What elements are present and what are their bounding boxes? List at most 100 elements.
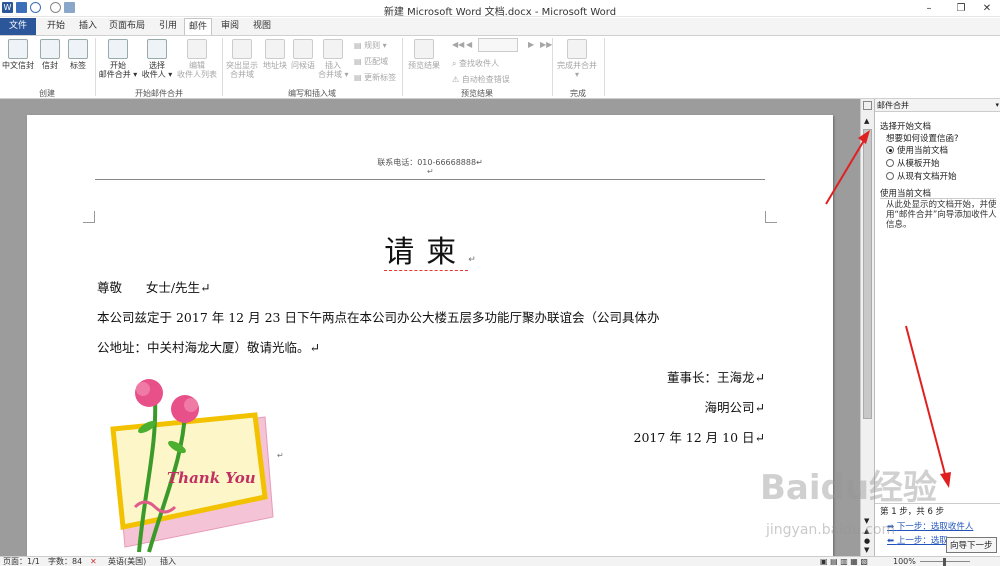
address-block-button[interactable]: 地址块 xyxy=(261,39,289,70)
envelopes-label: 信封 xyxy=(42,61,58,70)
start-mail-merge-button[interactable]: 开始 邮件合并 ▾ xyxy=(97,39,139,79)
close-button[interactable]: ✕ xyxy=(972,1,1000,16)
document-workspace[interactable]: 联系电话：010-66668888↵ ↵ 请柬↵ 尊敬 女士/先生↵ 本公司兹定… xyxy=(0,99,860,556)
tab-references[interactable]: 引用 xyxy=(154,18,182,35)
option-from-existing-label: 从现有文档开始 xyxy=(897,172,957,182)
tab-insert[interactable]: 插入 xyxy=(74,18,102,35)
next-step-label: 下一步：选取收件人 xyxy=(896,522,974,532)
prev-step-link[interactable]: ⬅ 上一步：选取 xyxy=(887,534,948,546)
nav-first[interactable]: ◀◀ xyxy=(452,40,464,49)
insert-merge-field-label: 插入 合并域 ▾ xyxy=(318,61,349,79)
tab-file[interactable]: 文件 xyxy=(0,18,36,35)
chinese-envelope-label: 中文信封 xyxy=(2,61,34,70)
view-buttons[interactable]: ▣ ▤ ▥ ▦ ▧ xyxy=(820,557,868,566)
label-icon xyxy=(68,39,88,59)
pane-menu-icon[interactable]: ▾ xyxy=(995,99,999,112)
record-number-input[interactable] xyxy=(478,38,518,52)
tab-page-layout[interactable]: 页面布局 xyxy=(106,18,148,35)
edit-recipient-list-button[interactable]: 编辑 收件人列表 xyxy=(174,39,220,79)
finish-merge-label: 完成并合并 ▾ xyxy=(557,61,597,79)
ruler-toggle-icon[interactable] xyxy=(863,101,872,110)
preview-icon xyxy=(414,39,434,59)
insert-merge-field-button[interactable]: 插入 合并域 ▾ xyxy=(318,39,349,79)
setup-question: 想要如何设置信函? xyxy=(886,134,959,144)
insert-field-icon xyxy=(323,39,343,59)
address-icon xyxy=(265,39,285,59)
minimize-button[interactable]: – xyxy=(914,1,944,16)
body-line-2: 公地址：中关村海龙大厦）敬请光临。↵ xyxy=(97,340,320,355)
update-labels-label: 更新标签 xyxy=(364,73,397,82)
baidu-watermark-url: jingyan.baidu.com xyxy=(766,522,896,538)
status-zoom[interactable]: 100% xyxy=(893,557,916,566)
status-language[interactable]: 英语(美国) xyxy=(108,557,146,566)
option-current-document[interactable]: 使用当前文档 xyxy=(886,144,948,156)
list-icon xyxy=(187,39,207,59)
match-fields-button[interactable]: ▤ 匹配域 xyxy=(354,56,388,67)
crop-mark xyxy=(83,211,95,223)
finish-merge-button[interactable]: 完成并合并 ▾ xyxy=(554,39,600,79)
auto-check-errors-button[interactable]: ⚠ 自动检查错误 xyxy=(452,74,510,85)
header-rule xyxy=(95,179,765,180)
tab-home[interactable]: 开始 xyxy=(42,18,70,35)
document-page[interactable]: 联系电话：010-66668888↵ ↵ 请柬↵ 尊敬 女士/先生↵ 本公司兹定… xyxy=(27,115,833,556)
thank-you-card-image[interactable]: Thank You xyxy=(105,377,275,557)
select-recipients-button[interactable]: 选择 收件人 ▾ xyxy=(140,39,174,79)
group-finish: 完成 xyxy=(570,89,586,98)
option-from-existing[interactable]: 从现有文档开始 xyxy=(886,170,957,182)
date-line: 2017 年 12 月 10 日↵ xyxy=(633,430,765,445)
scroll-up-arrow[interactable]: ▲ xyxy=(864,117,869,125)
tab-view[interactable]: 视图 xyxy=(248,18,276,35)
status-bar: 页面：1/1 字数：84 ✕ 英语(美国) 插入 ▣ ▤ ▥ ▦ ▧ 100% xyxy=(0,556,1000,566)
greeting-line-button[interactable]: 问候语 xyxy=(289,39,317,70)
browse-object-icon[interactable]: ● xyxy=(864,537,870,545)
nav-prev[interactable]: ◀ xyxy=(466,40,472,49)
rules-button[interactable]: ▤ 规则 ▾ xyxy=(354,40,387,51)
match-fields-label: 匹配域 xyxy=(364,57,389,66)
next-step-link[interactable]: ➡ 下一步：选取收件人 xyxy=(887,520,973,532)
next-page-icon[interactable]: ▼ xyxy=(864,546,869,554)
spelling-icon[interactable]: ✕ xyxy=(90,557,97,566)
find-recipient-button[interactable]: ⌕ 查找收件人 xyxy=(452,58,499,69)
highlight-merge-fields-button[interactable]: 突出显示 合并域 xyxy=(223,39,261,79)
radio-current-document[interactable] xyxy=(886,146,894,154)
section-divider xyxy=(880,198,996,199)
crop-mark xyxy=(765,211,777,223)
preview-results-label: 预览结果 xyxy=(408,61,440,70)
word-window: W 新建 Microsoft Word 文档.docx - Microsoft … xyxy=(0,0,1000,566)
radio-from-existing[interactable] xyxy=(886,172,894,180)
nav-next[interactable]: ▶ xyxy=(528,40,534,49)
zoom-thumb[interactable] xyxy=(943,558,946,566)
tab-mailings[interactable]: 邮件 xyxy=(184,18,212,36)
auto-check-errors-label: 自动检查错误 xyxy=(461,75,510,84)
select-recipients-label: 选择 收件人 ▾ xyxy=(141,61,173,79)
salutation: 尊敬 女士/先生↵ xyxy=(97,280,211,295)
prev-step-label: 上一步：选取 xyxy=(896,536,948,546)
preview-results-button[interactable]: 预览结果 xyxy=(404,39,444,70)
chinese-envelope-button[interactable]: 中文信封 xyxy=(0,39,36,70)
group-create: 创建 xyxy=(39,89,55,98)
status-mode[interactable]: 插入 xyxy=(160,557,176,566)
status-words[interactable]: 字数：84 xyxy=(48,557,82,566)
radio-from-template[interactable] xyxy=(886,159,894,167)
highlight-icon xyxy=(232,39,252,59)
scroll-thumb[interactable] xyxy=(863,129,872,419)
document-icon xyxy=(108,39,128,59)
update-labels-button[interactable]: ▤ 更新标签 xyxy=(354,72,396,83)
ribbon: 中文信封 信封 标签 创建 开始 邮件合并 ▾ 选择 收件人 ▾ 编辑 收件人列… xyxy=(0,35,1000,99)
status-page[interactable]: 页面：1/1 xyxy=(3,557,40,566)
tab-review[interactable]: 审阅 xyxy=(216,18,244,35)
option-from-template[interactable]: 从模板开始 xyxy=(886,157,940,169)
company-line: 海明公司↵ xyxy=(704,400,765,415)
nav-last[interactable]: ▶▶ xyxy=(540,40,552,49)
pane-description: 从此处显示的文档开始，并使用“邮件合并”向导添加收件人信息。 xyxy=(886,200,997,230)
envelope-icon xyxy=(8,39,28,59)
pane-title-text: 邮件合并 xyxy=(877,101,909,110)
window-title: 新建 Microsoft Word 文档.docx - Microsoft Wo… xyxy=(383,7,617,18)
finish-merge-icon xyxy=(567,39,587,59)
envelopes-button[interactable]: 信封 xyxy=(38,39,62,70)
signer-line: 董事长：王海龙↵ xyxy=(667,370,765,385)
card-text: Thank You xyxy=(167,469,256,487)
header-paragraph-mark: ↵ xyxy=(427,167,434,176)
labels-button[interactable]: 标签 xyxy=(64,39,92,70)
title-bar: W 新建 Microsoft Word 文档.docx - Microsoft … xyxy=(0,0,1000,18)
